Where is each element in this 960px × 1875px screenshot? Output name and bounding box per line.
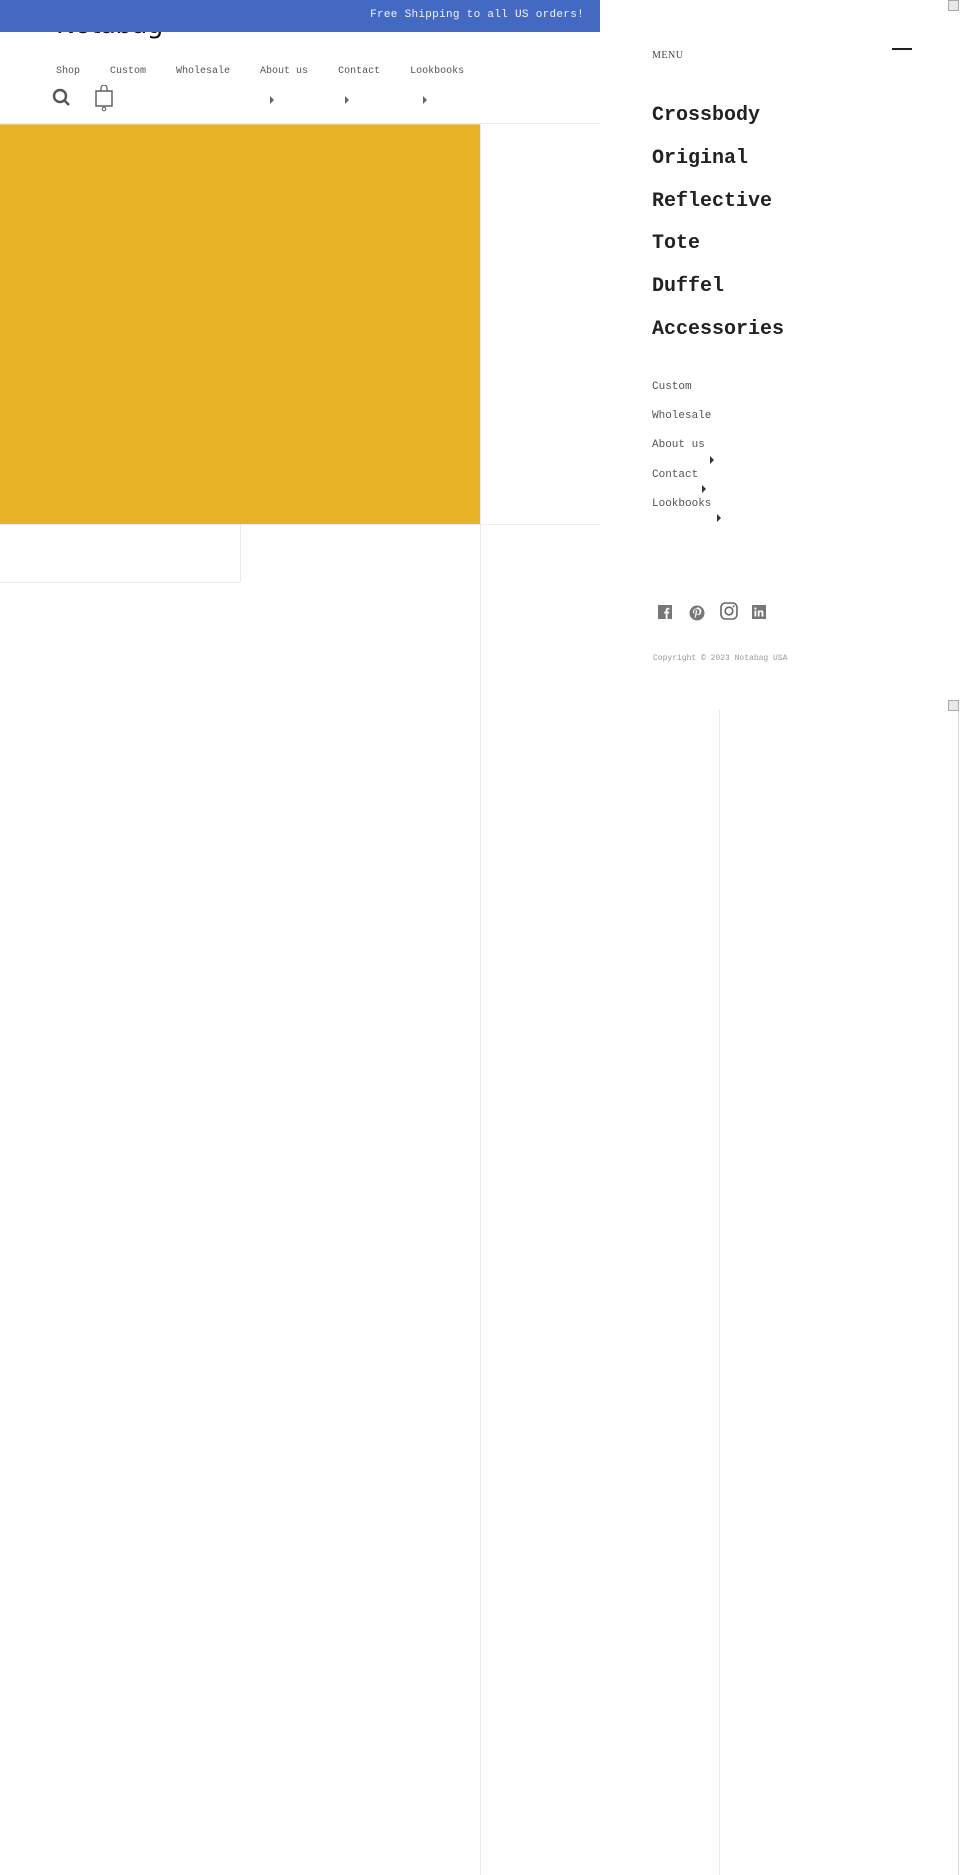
caret-right-icon[interactable] — [423, 96, 427, 104]
scrollbar-track[interactable] — [958, 710, 959, 1875]
nav-lookbooks[interactable]: Lookbooks — [410, 66, 464, 77]
divider — [719, 710, 720, 1875]
facebook-icon[interactable] — [658, 605, 672, 619]
main-nav: Shop Custom Wholesale About us Contact L… — [56, 66, 494, 77]
drawer-link-about-us[interactable]: About us — [652, 439, 705, 451]
instagram-icon[interactable] — [720, 602, 738, 620]
caret-right-icon[interactable] — [702, 485, 706, 493]
drawer-link-wholesale[interactable]: Wholesale — [652, 410, 711, 422]
menu-drawer: MENU Crossbody Original Reflective Tote … — [600, 0, 960, 705]
nav-contact[interactable]: Contact — [338, 66, 380, 77]
caret-right-icon[interactable] — [345, 96, 349, 104]
menu-title: MENU — [652, 50, 684, 61]
category-duffel[interactable]: Duffel — [652, 275, 724, 298]
copyright-text: Copyright © 2023 Notabag USA — [653, 654, 788, 663]
category-accessories[interactable]: Accessories — [652, 318, 784, 341]
category-original[interactable]: Original — [652, 147, 748, 170]
divider — [0, 582, 240, 583]
divider — [480, 124, 481, 1875]
drawer-link-contact[interactable]: Contact — [652, 469, 698, 481]
category-reflective[interactable]: Reflective — [652, 190, 772, 213]
drawer-link-custom[interactable]: Custom — [652, 381, 692, 393]
category-tote[interactable]: Tote — [652, 232, 700, 255]
divider — [0, 524, 600, 525]
scroll-up-button[interactable] — [948, 0, 959, 11]
caret-right-icon[interactable] — [717, 514, 721, 522]
nav-about-us[interactable]: About us — [260, 66, 308, 77]
nav-custom[interactable]: Custom — [110, 66, 146, 77]
drawer-link-lookbooks[interactable]: Lookbooks — [652, 498, 711, 510]
scroll-down-button[interactable] — [948, 700, 959, 711]
shopping-bag-icon[interactable] — [94, 85, 114, 113]
pinterest-icon[interactable] — [689, 605, 705, 621]
nav-shop[interactable]: Shop — [56, 66, 80, 77]
linkedin-icon[interactable] — [752, 605, 766, 619]
hero-banner — [0, 124, 480, 525]
category-crossbody[interactable]: Crossbody — [652, 104, 760, 127]
nav-wholesale[interactable]: Wholesale — [176, 66, 230, 77]
announcement-text: Free Shipping to all US orders! — [370, 9, 584, 21]
caret-right-icon[interactable] — [270, 96, 274, 104]
close-bar-icon[interactable] — [892, 48, 912, 50]
caret-right-icon[interactable] — [710, 456, 714, 464]
divider — [240, 524, 241, 582]
search-icon[interactable] — [52, 88, 72, 108]
announcement-bar: Free Shipping to all US orders! — [0, 0, 600, 32]
